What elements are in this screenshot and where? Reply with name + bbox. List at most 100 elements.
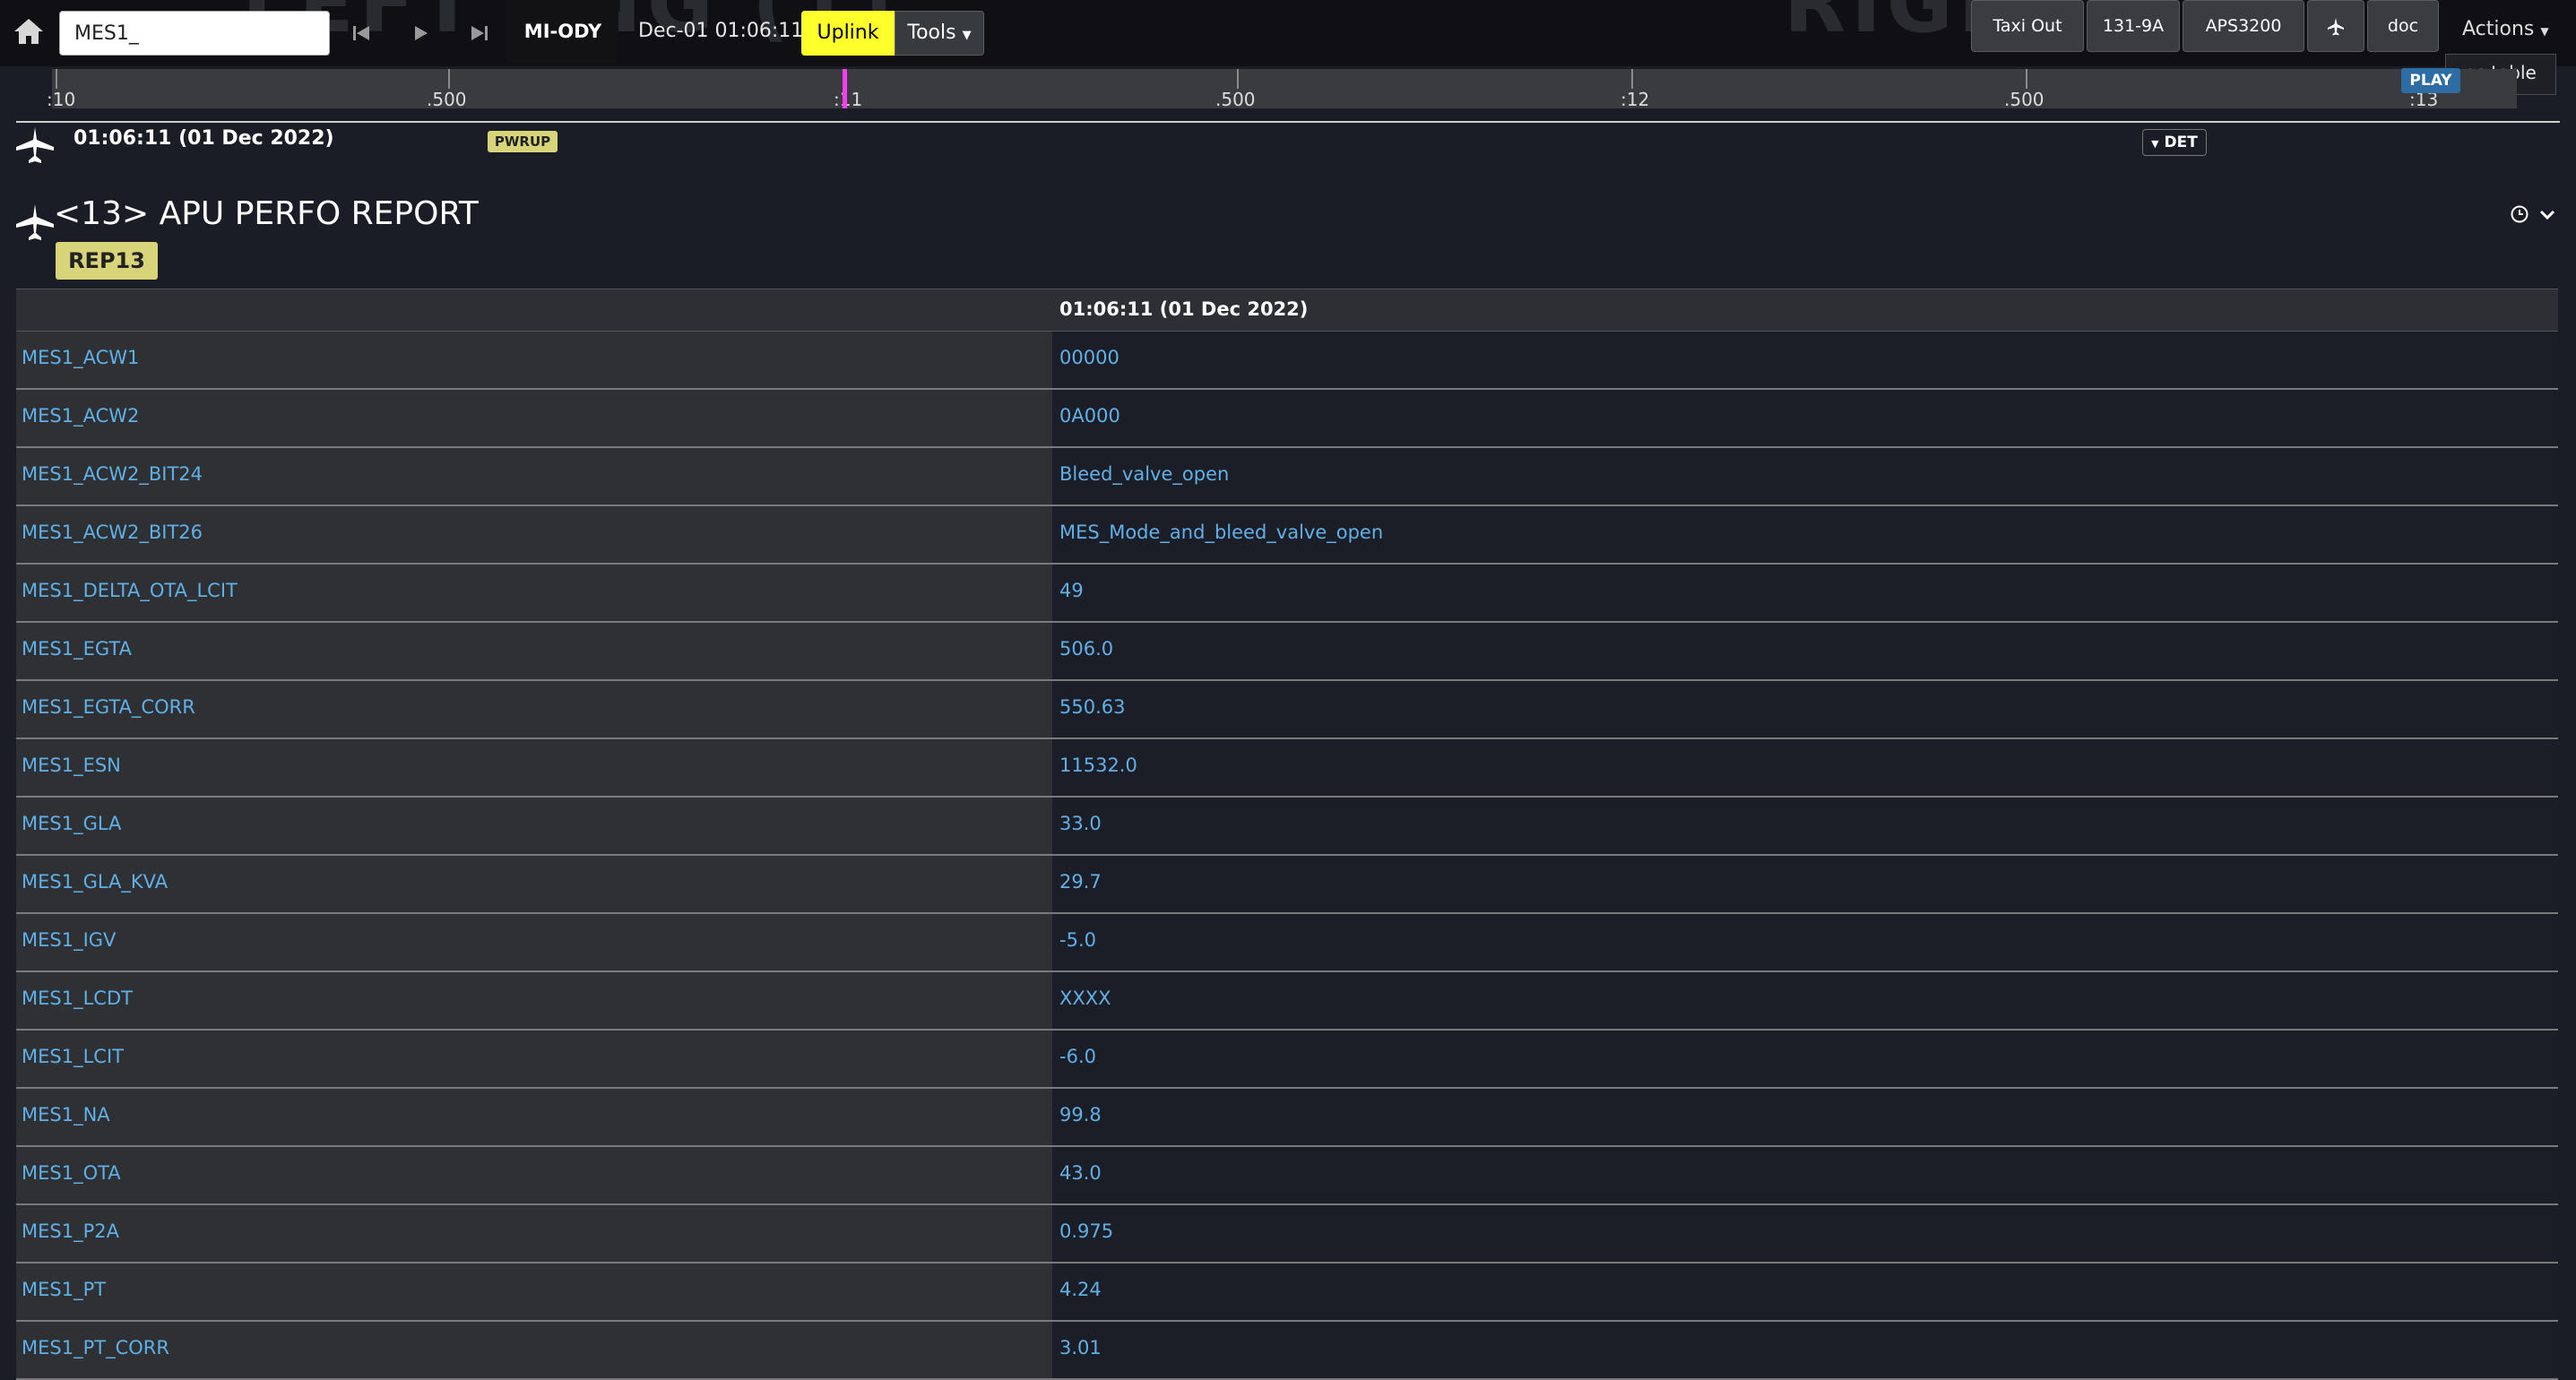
parameter-value[interactable]: 99.8 [1052,1089,2558,1145]
table-header: 01:06:11 (01 Dec 2022) [16,289,2558,332]
current-datetime: Dec-01 01:06:11 [638,20,804,42]
parameter-value[interactable]: 506.0 [1052,623,2558,679]
table-row: MES1_ACW1 00000 [16,332,2558,390]
parameter-value[interactable]: 0A000 [1052,390,2558,446]
table-row: MES1_GLA 33.0 [16,798,2558,856]
table-row: MES1_DELTA_OTA_LCIT 49 [16,565,2558,623]
parameter-value[interactable]: 00000 [1052,332,2558,388]
parameter-name[interactable]: MES1_GLA [16,798,1052,854]
parameter-name[interactable]: MES1_NA [16,1089,1052,1145]
parameter-name[interactable]: MES1_ACW1 [16,332,1052,388]
taxi-out-button[interactable]: Taxi Out [1971,0,2084,52]
doc-button[interactable]: doc [2367,0,2439,52]
airplane-icon [2328,17,2344,35]
table-row: MES1_ACW2_BIT24 Bleed_valve_open [16,448,2558,506]
table-row: MES1_NA 99.8 [16,1089,2558,1147]
parameter-value[interactable]: 33.0 [1052,798,2558,854]
table-row: MES1_GLA_KVA 29.7 [16,856,2558,914]
parameter-name[interactable]: MES1_DELTA_OTA_LCIT [16,565,1052,621]
table-row: MES1_ESN 11532.0 [16,739,2558,798]
parameter-value[interactable]: Bleed_valve_open [1052,448,2558,505]
skip-back-icon[interactable] [346,18,376,48]
parameter-name[interactable]: MES1_P2A [16,1205,1052,1262]
parameter-value[interactable]: 4.24 [1052,1264,2558,1320]
aircraft-button[interactable] [2307,0,2364,52]
caret-down-icon: ▼ [2540,25,2549,38]
timeline-tick [1631,69,1633,89]
parameter-value[interactable]: 29.7 [1052,856,2558,912]
parameter-value[interactable]: 0.975 [1052,1205,2558,1262]
table-row: MES1_ACW2 0A000 [16,390,2558,448]
uplink-button[interactable]: Uplink [801,11,895,56]
timeline-tick-label: .500 [1215,89,1256,110]
table-row: MES1_PT 4.24 [16,1264,2558,1322]
table-row: MES1_ACW2_BIT26 MES_Mode_and_bleed_valve_… [16,506,2558,565]
parameter-value[interactable]: 11532.0 [1052,739,2558,796]
clock-icon[interactable] [2510,204,2529,228]
home-icon[interactable] [13,16,45,47]
table-row: MES1_EGTA_CORR 550.63 [16,681,2558,739]
timeline-tick-label: :10 [47,89,76,110]
timeline-tick-label: :11 [834,89,863,110]
parameter-name[interactable]: MES1_LCIT [16,1031,1052,1087]
apu-model-button[interactable]: 131-9A [2087,0,2180,52]
timeline-tick [56,69,57,89]
table-row: MES1_LCDT XXXX [16,972,2558,1031]
det-dropdown[interactable]: ▼ DET [2142,129,2207,156]
search-input[interactable] [59,11,330,56]
det-label: DET [2164,134,2198,151]
apu-type-button[interactable]: APS3200 [2183,0,2304,52]
divider [16,121,2560,123]
parameter-value[interactable]: 49 [1052,565,2558,621]
play-badge[interactable]: PLAY [2401,68,2460,93]
parameter-value[interactable]: XXXX [1052,972,2558,1029]
timeline-tick-label: .500 [427,89,467,110]
parameter-value[interactable]: -5.0 [1052,914,2558,970]
parameter-value[interactable]: 550.63 [1052,681,2558,737]
parameter-name[interactable]: MES1_OTA [16,1147,1052,1203]
timeline[interactable]: :10 .500 :11 .500 :12 .500 :13 [47,69,2517,110]
actions-label: Actions [2462,18,2535,40]
parameter-name[interactable]: MES1_ACW2 [16,390,1052,446]
parameter-value[interactable]: -6.0 [1052,1031,2558,1087]
report-title: <13> APU PERFO REPORT [54,195,479,232]
chevron-down-icon[interactable] [2538,206,2556,228]
actions-menu[interactable]: Actions ▼ [2462,18,2549,40]
parameter-value[interactable]: 3.01 [1052,1322,2558,1378]
table-row: MES1_IGV -5.0 [16,914,2558,972]
report-table: 01:06:11 (01 Dec 2022) MES1_ACW1 00000 MES… [16,289,2558,1380]
timeline-tick-label: :12 [1621,89,1650,110]
report-badge[interactable]: REP13 [56,242,158,280]
table-row: MES1_OTA 43.0 [16,1147,2558,1205]
parameter-name[interactable]: MES1_ACW2_BIT26 [16,506,1052,563]
timeline-cursor[interactable] [843,69,847,108]
event-tag[interactable]: PWRUP [488,131,558,152]
caret-down-icon: ▼ [2151,138,2159,150]
airplane-icon [14,125,56,168]
parameter-value[interactable]: 43.0 [1052,1147,2558,1203]
timeline-tick [2026,69,2027,89]
caret-down-icon: ▼ [962,29,972,42]
parameter-name[interactable]: MES1_IGV [16,914,1052,970]
parameter-name[interactable]: MES1_PT_CORR [16,1322,1052,1378]
timeline-tick-label: .500 [2004,89,2044,110]
parameter-name[interactable]: MES1_PT [16,1264,1052,1320]
aircraft-registration[interactable]: MI-ODY [507,0,618,63]
parameter-name[interactable]: MES1_GLA_KVA [16,856,1052,912]
timeline-tick [1237,69,1239,89]
parameter-name[interactable]: MES1_EGTA_CORR [16,681,1052,737]
top-toolbar: LEFT ENG (1) RIGHT MI-ODY Dec-01 01:06:1… [0,0,2576,66]
parameter-name[interactable]: MES1_ACW2_BIT24 [16,448,1052,505]
tools-dropdown[interactable]: Tools ▼ [895,11,984,56]
parameter-name[interactable]: MES1_LCDT [16,972,1052,1029]
table-row: MES1_PT_CORR 3.01 [16,1322,2558,1380]
timeline-tick [448,69,450,89]
parameter-name[interactable]: MES1_ESN [16,739,1052,796]
parameter-name[interactable]: MES1_EGTA [16,623,1052,679]
skip-forward-icon[interactable] [464,18,495,48]
play-icon[interactable] [405,18,436,48]
table-row: MES1_LCIT -6.0 [16,1031,2558,1089]
table-row: MES1_EGTA 506.0 [16,623,2558,681]
parameter-value[interactable]: MES_Mode_and_bleed_valve_open [1052,506,2558,563]
airplane-icon [14,203,56,246]
